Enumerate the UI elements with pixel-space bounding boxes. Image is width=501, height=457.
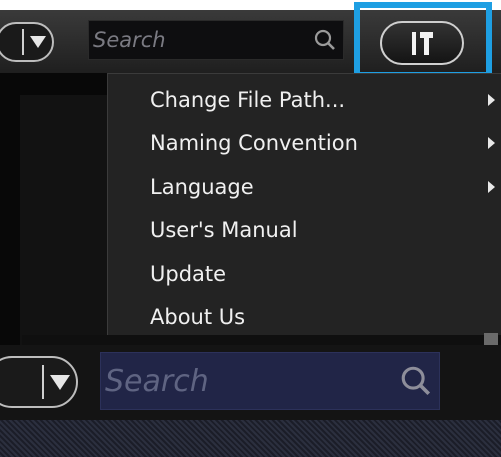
tools-button[interactable]: [380, 21, 464, 65]
dropdown-separator: [42, 365, 44, 399]
search-icon[interactable]: [313, 28, 337, 52]
submenu-arrow-icon: [488, 137, 495, 150]
menu-item-about-us[interactable]: About Us: [108, 296, 501, 340]
search-placeholder: Search: [93, 28, 166, 52]
dropdown-button[interactable]: [0, 22, 54, 62]
menu-item-label: Naming Convention: [150, 131, 358, 156]
menu-item-users-manual[interactable]: User's Manual: [108, 209, 501, 253]
menu-item-label: Change File Path...: [150, 87, 346, 112]
lower-dropdown-button[interactable]: [0, 356, 78, 408]
search-icon[interactable]: [399, 364, 433, 398]
menu-item-label: User's Manual: [150, 218, 298, 243]
chevron-down-icon: [50, 374, 70, 390]
scrollbar-thumb[interactable]: [484, 333, 498, 345]
lower-search-input[interactable]: Search: [100, 352, 440, 410]
lower-search-placeholder: Search: [105, 363, 209, 399]
settings-menu: Change File Path... Naming Convention La…: [107, 73, 501, 335]
menu-item-label: About Us: [150, 305, 246, 330]
submenu-arrow-icon: [488, 180, 495, 193]
submenu-arrow-icon: [488, 93, 495, 106]
menu-item-update[interactable]: Update: [108, 252, 501, 296]
menu-item-label: Language: [150, 174, 254, 199]
menu-item-language[interactable]: Language: [108, 165, 501, 209]
menu-item-label: Update: [150, 261, 227, 286]
tools-icon: [412, 32, 433, 55]
menu-item-naming-convention[interactable]: Naming Convention: [108, 122, 501, 166]
search-input[interactable]: Search: [88, 20, 344, 60]
lower-content-strip: [0, 420, 501, 457]
menu-bottom-strip: [22, 335, 501, 345]
menu-item-change-file-path[interactable]: Change File Path...: [108, 78, 501, 122]
left-panel-inner: [20, 95, 108, 345]
chevron-down-icon: [30, 36, 46, 48]
dropdown-separator: [22, 29, 24, 55]
